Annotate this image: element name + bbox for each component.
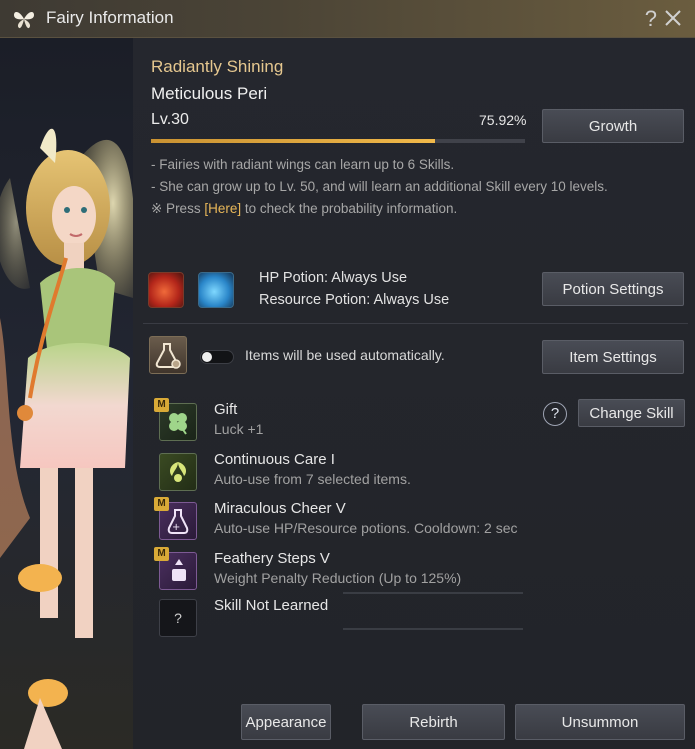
fairy-level: Lv.30 bbox=[151, 111, 189, 128]
fairy-illustration bbox=[0, 128, 133, 749]
unsummon-button[interactable]: Unsummon bbox=[515, 704, 685, 740]
skill-desc: Luck +1 bbox=[214, 421, 264, 437]
fairy-care-glyph bbox=[170, 462, 186, 482]
growth-progress-bar bbox=[151, 139, 525, 143]
potion-settings-button[interactable]: Potion Settings bbox=[542, 272, 684, 306]
fairy-grade: Radiantly Shining bbox=[151, 57, 284, 76]
hp-potion-setting: HP Potion: Always Use bbox=[259, 270, 408, 286]
fairy-name: Meticulous Peri bbox=[151, 84, 268, 103]
close-icon[interactable] bbox=[663, 6, 683, 30]
skill-desc: Weight Penalty Reduction (Up to 125%) bbox=[214, 570, 462, 586]
butterfly-icon bbox=[14, 11, 34, 29]
skill-name: Skill Not Learned bbox=[214, 597, 329, 614]
note-probability-suffix: to check the probability information. bbox=[241, 201, 458, 216]
probability-link[interactable]: [Here] bbox=[204, 201, 241, 216]
window-title: Fairy Information bbox=[46, 8, 174, 27]
flask-gear-icon bbox=[155, 343, 181, 369]
skill-gift[interactable]: M Gift Luck +1 bbox=[154, 398, 559, 444]
fairy-detail-panel: Radiantly Shining Meticulous Peri Lv.30 … bbox=[133, 38, 695, 749]
item-settings-button[interactable]: Item Settings bbox=[542, 340, 684, 374]
note-probability: ※ Press [Here] to check the probability … bbox=[151, 198, 608, 220]
growth-progress-fill bbox=[151, 139, 435, 143]
auto-use-label: Items will be used automatically. bbox=[245, 347, 445, 363]
skill-name: Miraculous Cheer V bbox=[214, 500, 346, 517]
svg-text:+: + bbox=[172, 522, 180, 533]
rebirth-button[interactable]: Rebirth bbox=[362, 704, 505, 740]
title-bar[interactable]: Fairy Information ? bbox=[0, 0, 695, 38]
skill-name: Feathery Steps V bbox=[214, 550, 330, 567]
skill-desc: Auto-use from 7 selected items. bbox=[214, 471, 411, 487]
note-probability-prefix: ※ Press bbox=[151, 201, 205, 216]
skill-desc: Auto-use HP/Resource potions. Cooldown: … bbox=[214, 520, 518, 536]
master-badge: M bbox=[154, 398, 169, 412]
fairy-notes: - Fairies with radiant wings can learn u… bbox=[151, 154, 608, 220]
master-badge: M bbox=[154, 497, 169, 511]
item-flask-icon bbox=[149, 336, 187, 374]
resource-potion-icon bbox=[198, 272, 234, 308]
note-skill-limit: - Fairies with radiant wings can learn u… bbox=[151, 157, 455, 172]
background-hud-bar bbox=[343, 592, 523, 594]
growth-button[interactable]: Growth bbox=[542, 109, 684, 143]
skill-miraculous-cheer[interactable]: + M Miraculous Cheer V Auto-use HP/Resou… bbox=[154, 497, 559, 543]
growth-percent: 75.92% bbox=[479, 112, 527, 128]
fairy-care-icon bbox=[159, 453, 197, 491]
master-badge: M bbox=[154, 547, 169, 561]
section-divider bbox=[143, 323, 688, 324]
skill-name: Continuous Care I bbox=[214, 451, 335, 468]
resource-potion-setting: Resource Potion: Always Use bbox=[259, 292, 450, 308]
unknown-skill-icon: ? bbox=[159, 599, 197, 637]
change-skill-button[interactable]: Change Skill bbox=[578, 399, 685, 427]
help-button[interactable]: ? bbox=[645, 6, 657, 32]
toggle-knob bbox=[202, 352, 212, 362]
hp-potion-icon bbox=[148, 272, 184, 308]
skill-name: Gift bbox=[214, 401, 238, 418]
skill-continuous-care[interactable]: Continuous Care I Auto-use from 7 select… bbox=[159, 450, 559, 494]
auto-use-toggle[interactable] bbox=[200, 350, 234, 364]
background-hud-bar bbox=[343, 628, 523, 630]
appearance-button[interactable]: Appearance bbox=[241, 704, 331, 740]
fairy-portrait bbox=[0, 38, 133, 749]
skill-feathery-steps[interactable]: M Feathery Steps V Weight Penalty Reduct… bbox=[154, 547, 559, 593]
note-growth-limit: - She can grow up to Lv. 50, and will le… bbox=[151, 179, 608, 194]
fairy-information-window: Fairy Information ? Radiantly Shining Me… bbox=[0, 0, 695, 749]
skill-not-learned[interactable]: ? Skill Not Learned bbox=[159, 596, 559, 640]
